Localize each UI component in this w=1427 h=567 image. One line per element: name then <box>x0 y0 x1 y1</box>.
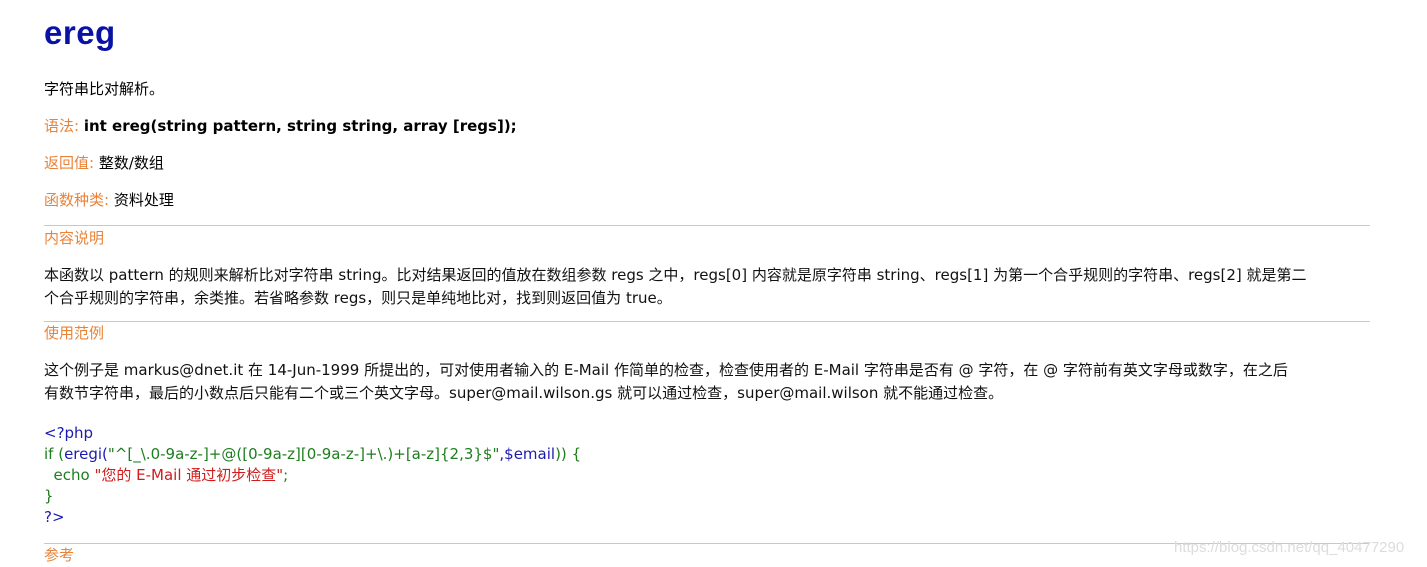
description-heading: 内容说明 <box>44 229 105 247</box>
reference-heading: 参考 <box>44 546 75 564</box>
description-line: 个合乎规则的字符串，余类推。若省略参数 regs，则只是单纯地比对，找到则返回值… <box>44 289 672 307</box>
function-type-row: 函数种类: 资料处理 <box>44 190 174 210</box>
code-variable: ,$email <box>499 445 556 463</box>
example-line: 这个例子是 markus@dnet.it 在 14-Jun-1999 所提出的，… <box>44 361 1288 379</box>
code-close-tag: ?> <box>44 508 65 526</box>
code-echo: echo <box>44 466 95 484</box>
syntax-row: 语法: int ereg(string pattern, string stri… <box>44 116 517 136</box>
summary-text: 字符串比对解析。 <box>44 80 165 98</box>
code-brace-close: } <box>44 487 54 505</box>
syntax-label: 语法: <box>44 117 80 135</box>
example-heading: 使用范例 <box>44 324 105 342</box>
page-title: ereg <box>44 14 116 51</box>
code-close-paren: )) <box>555 445 567 463</box>
description-line: 本函数以 pattern 的规则来解析比对字符串 string。比对结果返回的值… <box>44 266 1307 284</box>
return-value-row: 返回值: 整数/数组 <box>44 153 164 173</box>
code-block: <?php if (eregi("^[_\.0-9a-z-]+@([0-9a-z… <box>44 423 581 528</box>
example-line: 有数节字符串，最后的小数点后只能有二个或三个英文字母。super@mail.wi… <box>44 384 1004 402</box>
return-value-label: 返回值: <box>44 154 95 172</box>
code-semicolon: ; <box>283 466 289 484</box>
return-value-value: 整数/数组 <box>98 154 164 172</box>
description-paragraph: 本函数以 pattern 的规则来解析比对字符串 string。比对结果返回的值… <box>44 264 1370 310</box>
code-brace-open: { <box>566 445 582 463</box>
divider-example <box>44 321 1370 322</box>
function-type-value: 资料处理 <box>113 191 174 209</box>
syntax-value: int ereg(string pattern, string string, … <box>83 117 517 135</box>
watermark-text: https://blog.csdn.net/qq_40477290 <box>1174 539 1405 556</box>
example-paragraph: 这个例子是 markus@dnet.it 在 14-Jun-1999 所提出的，… <box>44 359 1370 405</box>
divider-description <box>44 225 1370 226</box>
divider-reference <box>44 543 1370 544</box>
function-type-label: 函数种类: <box>44 191 110 209</box>
code-open-tag: <?php <box>44 424 94 442</box>
code-if-keyword: if ( <box>44 445 65 463</box>
code-echo-string: "您的 E-Mail 通过初步检查" <box>94 466 284 484</box>
code-pattern: "^[_\.0-9a-z-]+@([0-9a-z][0-9a-z-]+\.)+[… <box>107 445 500 463</box>
code-function: eregi( <box>64 445 108 463</box>
